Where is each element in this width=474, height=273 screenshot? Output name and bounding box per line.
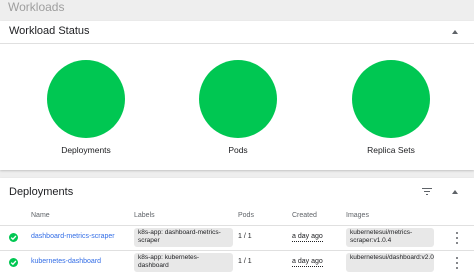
- deployments-chart-label: Deployments: [61, 145, 111, 155]
- created-time: a day ago: [292, 233, 323, 242]
- label-chip: k8s-app: dashboard-metrics-scraper: [134, 228, 233, 247]
- page-title: Workloads: [8, 0, 65, 14]
- check-circle-icon: [9, 258, 18, 267]
- deployment-name-link[interactable]: kubernetes-dashboard: [31, 258, 101, 265]
- deployments-card: Deployments Name Labels Pods Created Ima…: [0, 178, 474, 273]
- column-header-images: Images: [346, 212, 369, 219]
- replica-sets-chart-label: Replica Sets: [367, 145, 415, 155]
- workload-status-title: Workload Status: [9, 25, 90, 37]
- label-chip: k8s-app: kubernetes-dashboard: [134, 253, 233, 272]
- image-chip: kubernetesui/dashboard:v2.0.0: [346, 253, 434, 272]
- filter-icon[interactable]: [422, 188, 432, 196]
- workload-status-card: Workload Status Deployments Pods Replica…: [0, 21, 474, 170]
- more-vert-icon[interactable]: [455, 232, 459, 244]
- pods-count: 1 / 1: [238, 233, 252, 240]
- pods-count: 1 / 1: [238, 258, 252, 265]
- deployments-title: Deployments: [9, 186, 74, 198]
- created-time: a day ago: [292, 258, 323, 267]
- deployments-header: Deployments: [0, 178, 474, 206]
- pods-chart: [199, 60, 277, 138]
- column-header-created[interactable]: Created: [292, 212, 317, 219]
- table-row: kubernetes-dashboard k8s-app: kubernetes…: [0, 251, 474, 273]
- collapse-icon[interactable]: [452, 30, 458, 34]
- column-header-pods: Pods: [238, 212, 254, 219]
- collapse-icon[interactable]: [452, 190, 458, 194]
- column-header-name[interactable]: Name: [31, 212, 50, 219]
- deployments-chart: [47, 60, 125, 138]
- replica-sets-chart: [352, 60, 430, 138]
- more-vert-icon[interactable]: [455, 257, 459, 269]
- pods-chart-label: Pods: [228, 145, 248, 155]
- column-header-labels: Labels: [134, 212, 155, 219]
- image-chip: kubernetesui/metrics-scraper:v1.0.4: [346, 228, 434, 247]
- table-row: dashboard-metrics-scraper k8s-app: dashb…: [0, 226, 474, 250]
- check-circle-icon: [9, 233, 18, 242]
- deployment-name-link[interactable]: dashboard-metrics-scraper: [31, 233, 115, 240]
- workload-status-header[interactable]: Workload Status: [0, 21, 474, 44]
